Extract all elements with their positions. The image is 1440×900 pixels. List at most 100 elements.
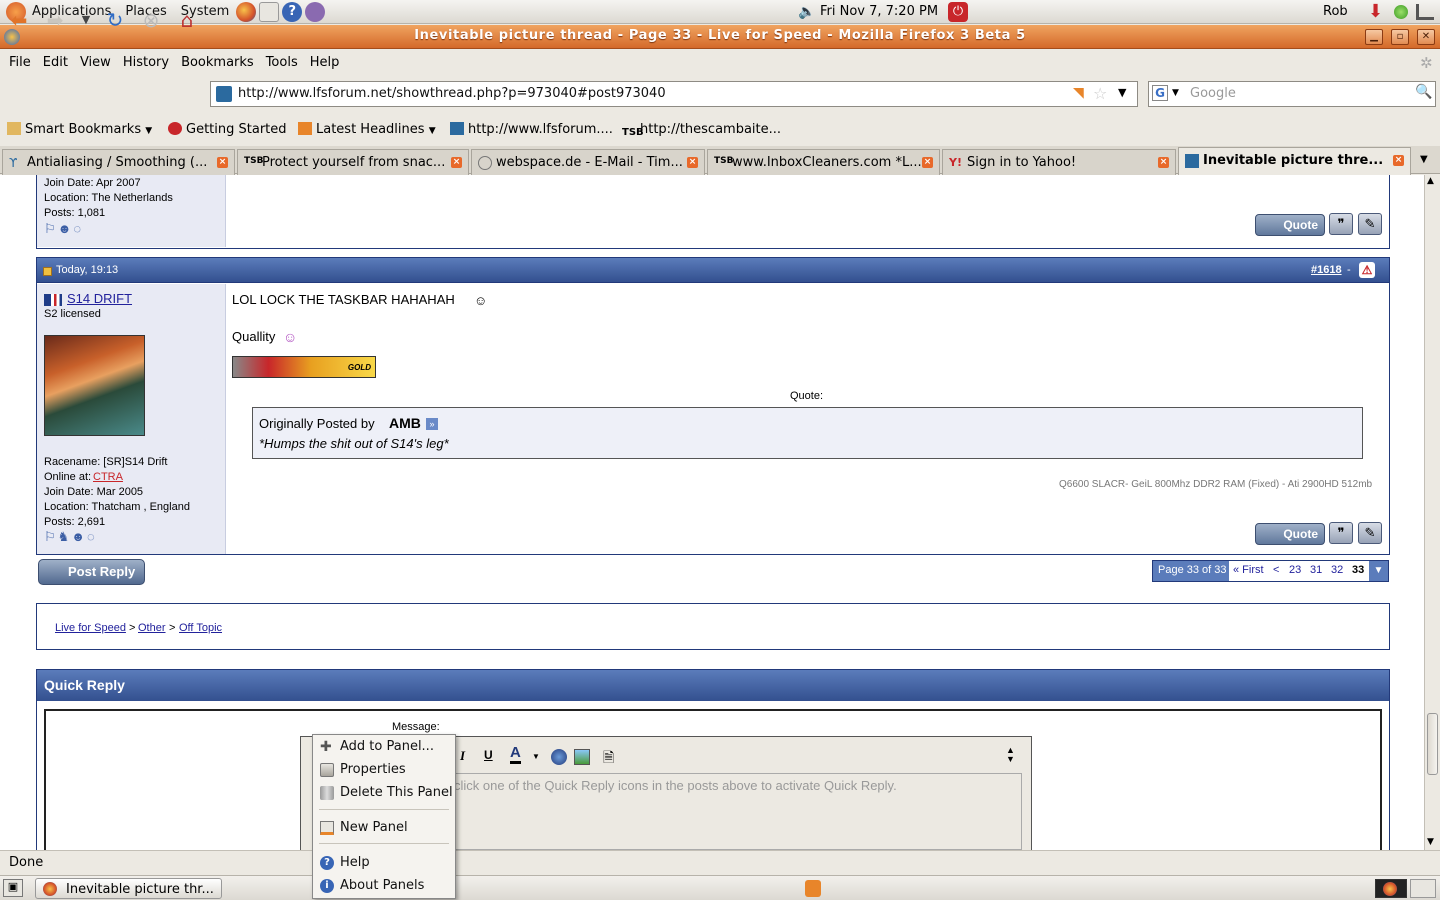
view-post-arrow-icon[interactable]: » xyxy=(426,418,438,430)
scrollbar-thumb[interactable] xyxy=(1427,713,1438,775)
menu-view[interactable]: View xyxy=(80,55,111,70)
user-name[interactable]: Rob xyxy=(1323,4,1348,19)
prev-quick-reply-icon[interactable]: ✎ xyxy=(1358,213,1382,235)
workspace-2[interactable] xyxy=(1410,879,1436,898)
update-notifier-icon[interactable]: ⬇ xyxy=(1368,2,1386,22)
minimize-icon[interactable]: ▁ xyxy=(1365,29,1383,45)
tab-close-icon[interactable]: × xyxy=(922,157,933,168)
menu-tools[interactable]: Tools xyxy=(266,55,298,70)
tab-close-icon[interactable]: × xyxy=(451,157,462,168)
help-launcher-icon[interactable]: ? xyxy=(282,1,303,22)
page-link-32[interactable]: 32 xyxy=(1331,564,1343,576)
page-jump-dropdown-icon[interactable]: ▼ xyxy=(1369,561,1388,581)
menu-item-new-panel[interactable]: New Panel xyxy=(340,820,408,835)
menu-item-help[interactable]: Help xyxy=(340,855,370,870)
tab-close-icon[interactable]: × xyxy=(687,157,698,168)
page-prev-link[interactable]: < xyxy=(1273,564,1279,576)
post-number-link[interactable]: #1618 xyxy=(1311,264,1342,276)
page-first-link[interactable]: « First xyxy=(1233,564,1264,576)
quick-reply-icon[interactable]: ✎ xyxy=(1358,522,1382,544)
bookmark-getting-started[interactable]: Getting Started xyxy=(168,122,287,137)
search-input[interactable]: Google xyxy=(1190,86,1236,101)
home-icon[interactable]: ⌂ xyxy=(175,8,199,32)
menu-file[interactable]: File xyxy=(9,55,31,70)
tab-inevitable-picture-thread[interactable]: Inevitable picture thre... × xyxy=(1178,147,1411,175)
firefox-launcher-icon[interactable] xyxy=(236,1,257,22)
bookmark-smart-bookmarks[interactable]: Smart Bookmarks ▼ xyxy=(7,122,152,137)
clock[interactable]: Fri Nov 7, 7:20 PM xyxy=(820,4,938,19)
bookmark-lfsforum[interactable]: http://www.lfsforum.... xyxy=(450,122,613,137)
tab-antialiasing[interactable]: ϒ Antialiasing / Smoothing (... × xyxy=(2,149,235,175)
history-dropdown-icon[interactable]: ▼ xyxy=(74,8,98,32)
workspace-switcher[interactable] xyxy=(1375,879,1407,898)
menu-help[interactable]: Help xyxy=(310,55,340,70)
quote-button[interactable]: Quote xyxy=(1255,523,1325,545)
search-icon[interactable]: 🔍 xyxy=(1415,84,1432,100)
tab-close-icon[interactable]: × xyxy=(217,157,228,168)
menu-item-properties[interactable]: Properties xyxy=(340,762,406,777)
show-desktop-icon[interactable]: ▣ xyxy=(3,879,23,897)
editor-resize-icon[interactable]: ▲ ▼ xyxy=(1006,746,1015,764)
tab-inboxcleaners[interactable]: TSB www.InboxCleaners.com *L... × xyxy=(707,149,940,175)
menu-history[interactable]: History xyxy=(123,55,169,70)
tab-close-icon[interactable]: × xyxy=(1393,155,1404,166)
post-online-at-link[interactable]: CTRA xyxy=(93,471,123,483)
menu-item-delete-panel[interactable]: Delete This Panel xyxy=(340,785,453,800)
breadcrumb-other[interactable]: Other xyxy=(138,622,166,634)
tab-webspace[interactable]: webspace.de - E-Mail - Tim... × xyxy=(471,149,705,175)
breadcrumb-live-for-speed[interactable]: Live for Speed xyxy=(55,622,126,634)
search-engine-icon[interactable]: G xyxy=(1152,85,1168,101)
avatar[interactable] xyxy=(44,335,145,436)
insert-link-icon[interactable] xyxy=(551,749,567,765)
network-status-icon[interactable] xyxy=(1394,5,1408,19)
bookmark-thescambaiter[interactable]: TSBhttp://thescambaite... xyxy=(622,122,781,140)
italic-icon[interactable]: I xyxy=(460,748,465,764)
mail-launcher-icon[interactable] xyxy=(259,1,280,22)
post-username[interactable]: S14 DRIFT xyxy=(67,291,132,306)
insert-image-icon[interactable] xyxy=(574,749,590,765)
scroll-down-icon[interactable]: ▼ xyxy=(1427,837,1434,847)
text-color-dropdown-icon[interactable]: ▼ xyxy=(532,752,540,761)
rss-feed-icon[interactable]: ◥ xyxy=(1073,85,1084,101)
tab-protect-yourself[interactable]: TSB Protect yourself from snac... × xyxy=(237,149,469,175)
window-title-bar[interactable]: Inevitable picture thread - Page 33 - Li… xyxy=(0,25,1440,49)
url-text[interactable]: http://www.lfsforum.net/showthread.php?p… xyxy=(238,86,666,101)
menu-edit[interactable]: Edit xyxy=(43,55,68,70)
scroll-up-icon[interactable]: ▲ xyxy=(1427,176,1434,186)
text-color-icon[interactable]: A xyxy=(510,745,521,764)
underline-icon[interactable]: U xyxy=(484,748,493,762)
prev-multiquote-icon[interactable]: ❞ xyxy=(1329,213,1353,235)
report-post-icon[interactable]: ⚠ xyxy=(1359,262,1375,278)
menu-item-add-to-panel[interactable]: Add to Panel... xyxy=(340,739,434,754)
page-link-31[interactable]: 31 xyxy=(1310,564,1322,576)
reload-icon[interactable]: ↻ xyxy=(103,8,127,32)
tab-close-icon[interactable]: × xyxy=(1158,157,1169,168)
close-icon[interactable]: ✕ xyxy=(1417,29,1435,45)
search-engine-dropdown-icon[interactable]: ▼ xyxy=(1172,88,1179,98)
multiquote-icon[interactable]: ❞ xyxy=(1329,522,1353,544)
bookmark-star-icon[interactable]: ☆ xyxy=(1093,84,1107,103)
tab-yahoo[interactable]: Y! Sign in to Yahoo! × xyxy=(942,149,1176,175)
post-reply-button[interactable]: Post Reply xyxy=(38,559,145,585)
back-icon[interactable]: ⬅ xyxy=(7,8,31,32)
tab-list-dropdown-icon[interactable]: ▼ xyxy=(1420,154,1428,165)
breadcrumb-off-topic[interactable]: Off Topic xyxy=(179,622,222,634)
signal-strength-icon[interactable] xyxy=(1416,4,1434,20)
ctra-banner[interactable]: GOLD xyxy=(232,356,376,378)
prev-quote-button[interactable]: Quote xyxy=(1255,214,1325,236)
shutdown-icon[interactable]: ⏻ xyxy=(948,2,968,22)
taskbar-window-firefox[interactable]: Inevitable picture thr... xyxy=(35,878,222,899)
trash-notifier-icon[interactable] xyxy=(805,880,821,897)
volume-icon[interactable]: 🔈 xyxy=(798,4,815,20)
menu-item-about-panels[interactable]: About Panels xyxy=(340,878,424,893)
menu-bookmarks[interactable]: Bookmarks xyxy=(181,55,254,70)
bookmark-latest-headlines[interactable]: Latest Headlines ▼ xyxy=(298,122,436,137)
pidgin-launcher-icon[interactable] xyxy=(305,1,326,22)
vertical-scrollbar[interactable]: ▲ ▼ xyxy=(1424,175,1440,850)
stop-icon[interactable]: ⊗ xyxy=(139,8,163,32)
url-dropdown-icon[interactable]: ▼ xyxy=(1118,86,1126,99)
maximize-icon[interactable]: ▫ xyxy=(1391,29,1409,45)
forward-icon[interactable]: ➡ xyxy=(43,8,67,32)
page-link-23[interactable]: 23 xyxy=(1289,564,1301,576)
insert-quote-icon[interactable]: 🗎 xyxy=(603,747,614,771)
